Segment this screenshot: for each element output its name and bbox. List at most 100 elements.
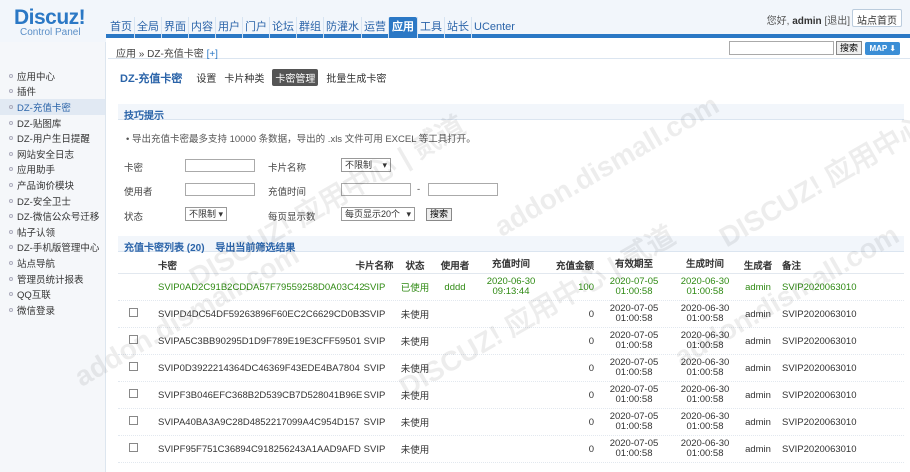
status-select[interactable]: 不限制 bbox=[185, 207, 227, 221]
sidebar-item-label: 站点导航 bbox=[17, 258, 56, 270]
sidebar-item[interactable]: QQ互联 bbox=[0, 286, 105, 302]
sidebar-item[interactable]: 应用中心 bbox=[0, 68, 105, 84]
nav-item[interactable]: 用户 bbox=[215, 17, 242, 38]
card-name-select[interactable]: 不限制 bbox=[341, 158, 391, 172]
sidebar-item[interactable]: 网站安全日志 bbox=[0, 146, 105, 162]
nav-item[interactable]: UCenter bbox=[471, 17, 517, 38]
nav-item[interactable]: 工具 bbox=[417, 17, 444, 38]
sidebar-item[interactable]: DZ-用户生日提醒 bbox=[0, 130, 105, 146]
nav-item[interactable]: 内容 bbox=[188, 17, 215, 38]
bullet-icon bbox=[9, 245, 13, 250]
recharge-amount: 0 bbox=[588, 362, 594, 374]
filter-search-button[interactable]: 搜索 bbox=[426, 208, 453, 221]
generated-clock: 01:00:58 bbox=[686, 394, 724, 405]
expire-time: 2020-07-05 01:00:58 bbox=[598, 304, 670, 324]
sidebar-item[interactable]: 微信登录 bbox=[0, 302, 105, 318]
sidebar-item[interactable]: 产品询价模块 bbox=[0, 177, 105, 193]
bullet-icon bbox=[9, 307, 13, 312]
sidebar-item[interactable]: DZ-安全卫士 bbox=[0, 193, 105, 209]
nav-item[interactable]: 界面 bbox=[161, 17, 188, 38]
search-button[interactable]: 搜索 bbox=[835, 41, 862, 55]
remark: SVIP2020063010 bbox=[782, 443, 857, 455]
generated-clock: 01:00:58 bbox=[686, 421, 724, 432]
card-name: SVIP bbox=[363, 335, 386, 347]
table-row: SVIP0D3922214364DC46369F43EDE4BA7804 SVIP… bbox=[118, 355, 904, 382]
nav-item[interactable]: 应用 bbox=[388, 17, 417, 38]
sidebar-item[interactable]: 帖子认领 bbox=[0, 224, 105, 240]
sidebar-item[interactable]: 应用助手 bbox=[0, 162, 105, 178]
sidebar-item[interactable]: 插件 bbox=[0, 84, 105, 100]
generated-clock: 01:00:58 bbox=[686, 313, 724, 324]
tab-2[interactable]: 卡片种类 bbox=[224, 70, 264, 85]
map-button[interactable]: MAP ⬇ bbox=[865, 42, 900, 55]
sidebar-item[interactable]: DZ-手机版管理中心 bbox=[0, 240, 105, 256]
sidebar-item-label: 管理员统计报表 bbox=[17, 274, 84, 286]
card-label: 卡密 bbox=[124, 163, 144, 174]
card-input[interactable] bbox=[185, 159, 255, 172]
main-content: DZ-充值卡密 设置 卡片种类 卡密管理 批量生成卡密 技巧提示 • 导出充值卡密最多… bbox=[108, 60, 910, 472]
per-page-select[interactable]: 每页显示20个 bbox=[341, 207, 415, 221]
row-checkbox[interactable] bbox=[128, 335, 138, 344]
site-home-button[interactable]: 站点首页 bbox=[852, 9, 902, 27]
column-header: 有效期至 bbox=[614, 258, 653, 270]
row-checkbox[interactable] bbox=[128, 362, 138, 371]
sidebar-item[interactable]: DZ-贴图库 bbox=[0, 115, 105, 131]
row-select-cell bbox=[118, 443, 148, 455]
export-link[interactable]: 导出当前筛选结果 bbox=[215, 243, 295, 254]
nav-item[interactable]: 首页 bbox=[108, 17, 134, 38]
card-name: SVIP bbox=[363, 443, 386, 455]
nav-item[interactable]: 防灌水 bbox=[323, 17, 361, 38]
tab-4[interactable]: 批量生成卡密 bbox=[326, 70, 386, 85]
recharge-time bbox=[476, 336, 546, 346]
creator: admin bbox=[745, 281, 771, 293]
generated-clock: 01:00:58 bbox=[686, 286, 724, 297]
nav-item[interactable]: 站长 bbox=[444, 17, 471, 38]
bullet-icon bbox=[9, 229, 13, 234]
card-user: dddd bbox=[444, 281, 466, 293]
sidebar-item[interactable]: DZ-微信公众号迁移 bbox=[0, 208, 105, 224]
logout-link[interactable]: [退出] bbox=[824, 16, 850, 27]
nav-item[interactable]: 门户 bbox=[242, 17, 269, 38]
nav-item[interactable]: 群组 bbox=[296, 17, 323, 38]
expire-clock: 01:00:58 bbox=[615, 286, 653, 297]
sidebar-item-label: 应用中心 bbox=[17, 71, 56, 83]
sidebar-item-label: 微信登录 bbox=[17, 305, 56, 317]
tab-1[interactable]: 设置 bbox=[196, 70, 216, 85]
tab-3[interactable]: 卡密管理 bbox=[272, 69, 319, 86]
card-status: 未使用 bbox=[400, 337, 430, 348]
card-status: 已使用 bbox=[400, 283, 430, 294]
card-status: 未使用 bbox=[400, 364, 430, 375]
recharge-time bbox=[476, 390, 546, 400]
generated-time: 2020-06-30 01:00:58 bbox=[670, 358, 740, 378]
remark: SVIP2020063010 bbox=[782, 281, 857, 293]
recharge-time-start-input[interactable] bbox=[341, 183, 411, 196]
card-status: 未使用 bbox=[400, 310, 430, 321]
row-checkbox[interactable] bbox=[128, 389, 138, 398]
bullet-icon bbox=[9, 151, 13, 156]
card-name: SVIP bbox=[363, 416, 386, 428]
row-checkbox[interactable] bbox=[128, 416, 138, 425]
card-table: 卡密 卡片名称 状态 使用者 充值时间 充值金额 有效期至 生成时间 生成者 备注 SVIP0AD2… bbox=[118, 256, 904, 463]
nav-item[interactable]: 论坛 bbox=[269, 17, 296, 38]
generated-clock: 01:00:58 bbox=[686, 448, 724, 459]
user-input[interactable] bbox=[185, 183, 255, 196]
row-checkbox[interactable] bbox=[128, 308, 138, 317]
card-status: 未使用 bbox=[400, 391, 430, 402]
row-checkbox[interactable] bbox=[128, 443, 138, 452]
sidebar-item[interactable]: DZ-充值卡密 bbox=[0, 99, 105, 115]
expire-time: 2020-07-05 01:00:58 bbox=[598, 412, 670, 432]
nav-item[interactable]: 全局 bbox=[134, 17, 161, 38]
logo[interactable]: Discuz! Control Panel bbox=[0, 0, 106, 42]
nav-item[interactable]: 运营 bbox=[361, 17, 388, 38]
sidebar-item[interactable]: 管理员统计报表 bbox=[0, 271, 105, 287]
sidebar-item[interactable]: 站点导航 bbox=[0, 255, 105, 271]
generated-time: 2020-06-30 01:00:58 bbox=[670, 412, 740, 432]
recharge-amount: 100 bbox=[578, 281, 594, 293]
column-header: 生成者 bbox=[743, 260, 773, 272]
card-code: SVIPD4DC54DF59263896F60EC2C6629CD0B3 bbox=[158, 308, 365, 320]
recharge-time-end-input[interactable] bbox=[428, 183, 498, 196]
sidebar-item-label: 插件 bbox=[17, 87, 37, 99]
search-input[interactable] bbox=[729, 41, 834, 55]
add-shortcut-link[interactable]: [+] bbox=[207, 49, 218, 60]
range-dash: - bbox=[417, 184, 421, 195]
